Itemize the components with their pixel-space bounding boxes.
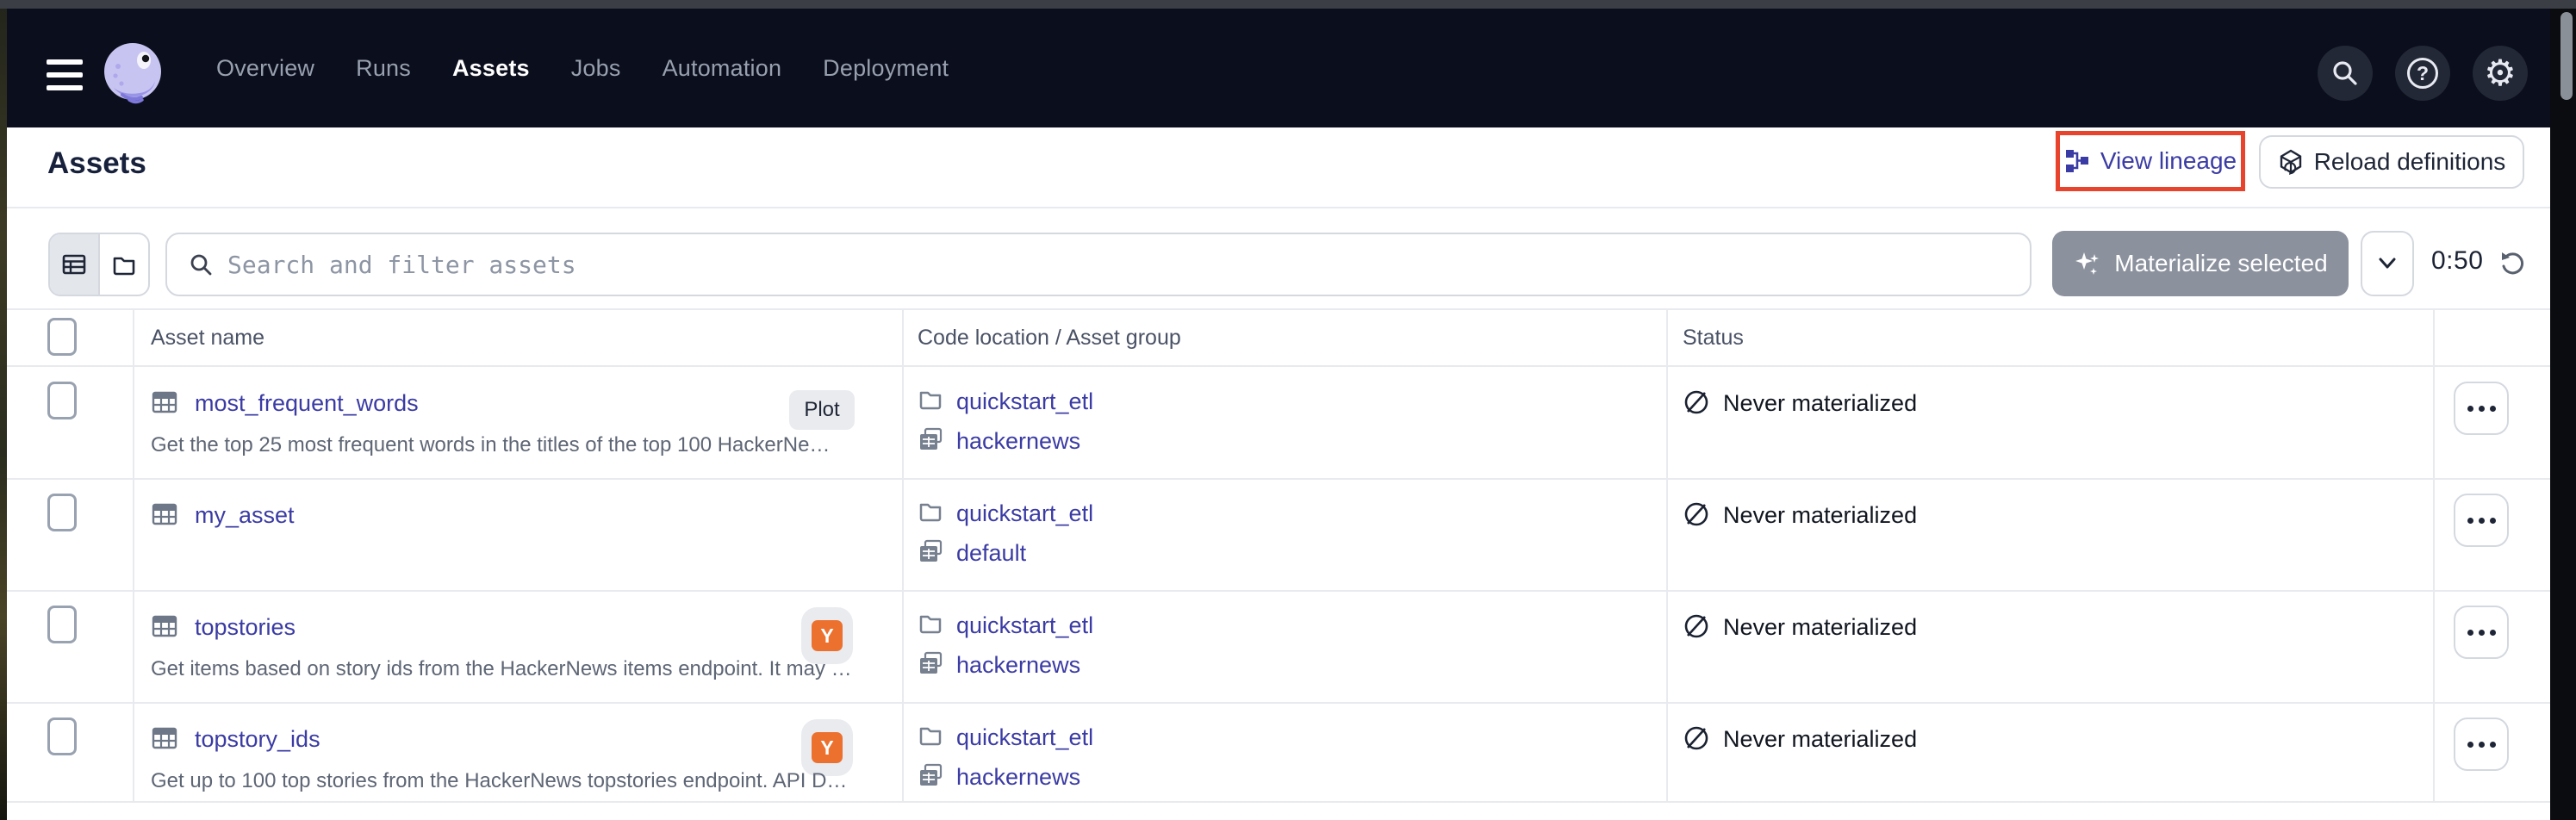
- row-menu-button[interactable]: [2454, 718, 2509, 771]
- asset-group-icon: [918, 538, 943, 564]
- row-checkbox[interactable]: [47, 606, 77, 643]
- kind-badge[interactable]: Y: [801, 719, 853, 776]
- reload-definitions-button[interactable]: Reload definitions: [2259, 135, 2524, 189]
- asset-description: Get up to 100 top stories from the Hacke…: [151, 769, 847, 793]
- asset-table-icon: [151, 500, 178, 528]
- table-view-toggle[interactable]: [50, 234, 98, 295]
- folder-view-icon: [111, 252, 137, 277]
- hackernews-kind-icon: Y: [812, 620, 843, 651]
- column-header-asset-name: Asset name: [151, 326, 264, 351]
- help-icon[interactable]: ?: [2395, 46, 2450, 101]
- search-icon[interactable]: [2318, 46, 2373, 101]
- reload-definitions-label: Reload definitions: [2314, 148, 2506, 176]
- never-materialized-icon: [1683, 612, 1710, 640]
- folder-icon: [918, 387, 943, 413]
- folder-icon: [918, 611, 943, 637]
- asset-name-link[interactable]: topstories: [195, 614, 296, 641]
- top-navbar: Overview Runs Assets Jobs Automation Dep…: [7, 9, 2550, 127]
- row-menu-button[interactable]: [2454, 382, 2509, 435]
- asset-name-link[interactable]: my_asset: [195, 502, 295, 529]
- asset-group-link[interactable]: default: [956, 540, 1026, 567]
- nav-assets[interactable]: Assets: [452, 55, 530, 82]
- asset-table-icon: [151, 724, 178, 752]
- status-text: Never materialized: [1723, 390, 1917, 417]
- compute-kind-tag[interactable]: Plot: [789, 390, 855, 430]
- asset-group-link[interactable]: hackernews: [956, 764, 1080, 791]
- asset-search: [165, 233, 2032, 296]
- row-menu-button[interactable]: [2454, 606, 2509, 659]
- hackernews-kind-icon: Y: [812, 732, 843, 763]
- nav-jobs[interactable]: Jobs: [571, 55, 621, 82]
- nav-deployment[interactable]: Deployment: [823, 55, 949, 82]
- column-header-code-location: Code location / Asset group: [918, 326, 1181, 351]
- gear-icon[interactable]: ⚙: [2473, 46, 2528, 101]
- status-text: Never materialized: [1723, 726, 1917, 753]
- asset-name-link[interactable]: most_frequent_words: [195, 390, 419, 417]
- nav-utility-icons: ? ⚙: [2318, 46, 2528, 101]
- asset-group-link[interactable]: hackernews: [956, 652, 1080, 679]
- search-small-icon: [188, 252, 214, 277]
- scrollbar-track[interactable]: [2550, 9, 2576, 820]
- refresh-countdown: 0:50: [2431, 246, 2483, 276]
- search-input[interactable]: [227, 251, 2009, 279]
- asset-group-icon: [918, 426, 943, 452]
- chevron-down-icon: [2377, 257, 2398, 270]
- kind-badge[interactable]: Y: [801, 607, 853, 664]
- view-toggle-group: [48, 233, 150, 296]
- dagster-logo-icon[interactable]: [96, 38, 169, 110]
- asset-description: Get items based on story ids from the Ha…: [151, 657, 852, 681]
- code-location-link[interactable]: quickstart_etl: [956, 724, 1093, 751]
- status-text: Never materialized: [1723, 502, 1917, 529]
- divider: [7, 207, 2550, 208]
- refresh-icon[interactable]: [2497, 248, 2528, 279]
- code-location-link[interactable]: quickstart_etl: [956, 388, 1093, 415]
- divider: [7, 308, 2550, 310]
- desktop-top-strip: [0, 0, 2576, 9]
- row-checkbox[interactable]: [47, 382, 77, 419]
- table-row: most_frequent_words Plot Get the top 25 …: [7, 366, 2550, 478]
- nav-runs[interactable]: Runs: [356, 55, 411, 82]
- asset-group-icon: [918, 650, 943, 676]
- scrollbar-thumb[interactable]: [2560, 12, 2573, 100]
- code-location-link[interactable]: quickstart_etl: [956, 612, 1093, 639]
- nav-automation[interactable]: Automation: [663, 55, 782, 82]
- table-view-icon: [61, 252, 87, 277]
- materialize-selected-button[interactable]: Materialize selected: [2052, 231, 2349, 296]
- row-menu-button[interactable]: [2454, 494, 2509, 547]
- nav-overview[interactable]: Overview: [216, 55, 314, 82]
- materialize-selected-label: Materialize selected: [2114, 250, 2327, 277]
- row-checkbox[interactable]: [47, 494, 77, 531]
- page-title: Assets: [47, 146, 146, 181]
- table-row: topstories Y Get items based on story id…: [7, 590, 2550, 702]
- asset-description: Get the top 25 most frequent words in th…: [151, 433, 830, 457]
- view-lineage-label: View lineage: [2100, 147, 2237, 175]
- view-lineage-button[interactable]: View lineage: [2056, 131, 2245, 191]
- menu-icon[interactable]: [47, 59, 83, 90]
- primary-nav: Overview Runs Assets Jobs Automation Dep…: [216, 9, 949, 127]
- asset-table-icon: [151, 388, 178, 416]
- table-row: my_asset quickstart_etl default Never ma…: [7, 478, 2550, 590]
- table-row: topstory_ids Y Get up to 100 top stories…: [7, 702, 2550, 801]
- never-materialized-icon: [1683, 388, 1710, 416]
- reload-cube-icon: [2278, 149, 2304, 175]
- lineage-icon: [2064, 148, 2090, 174]
- folder-view-toggle[interactable]: [98, 234, 148, 295]
- sparkles-icon: [2073, 249, 2102, 278]
- folder-icon: [918, 499, 943, 525]
- desktop-edge: [0, 9, 7, 820]
- asset-name-link[interactable]: topstory_ids: [195, 726, 320, 753]
- column-header-status: Status: [1683, 326, 1744, 351]
- asset-group-link[interactable]: hackernews: [956, 428, 1080, 455]
- divider: [7, 801, 2550, 803]
- never-materialized-icon: [1683, 724, 1710, 752]
- select-all-checkbox[interactable]: [47, 318, 77, 356]
- folder-icon: [918, 723, 943, 749]
- asset-group-icon: [918, 762, 943, 788]
- code-location-link[interactable]: quickstart_etl: [956, 500, 1093, 527]
- asset-table-icon: [151, 612, 178, 640]
- materialize-options-button[interactable]: [2361, 231, 2414, 296]
- status-text: Never materialized: [1723, 614, 1917, 641]
- never-materialized-icon: [1683, 500, 1710, 528]
- row-checkbox[interactable]: [47, 718, 77, 755]
